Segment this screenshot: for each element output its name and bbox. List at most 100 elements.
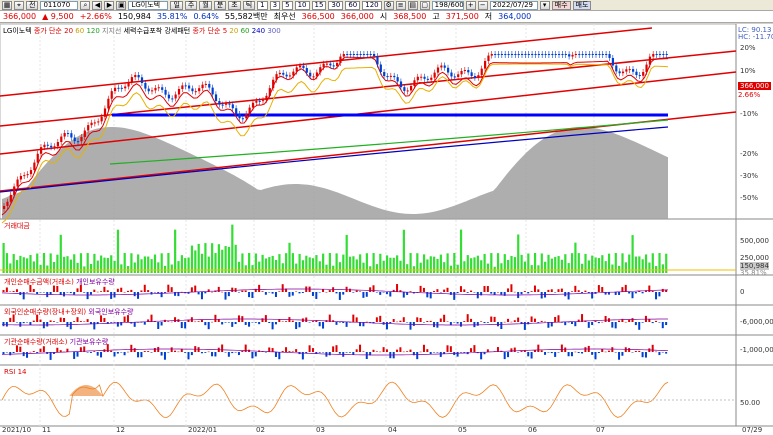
prev-arrow-icon[interactable]: ◀ bbox=[92, 0, 103, 10]
code-input[interactable]: 011070 bbox=[40, 0, 79, 10]
next-arrow-icon[interactable]: ▶ bbox=[104, 0, 115, 10]
volume-bar bbox=[15, 260, 19, 273]
foreign-bar bbox=[614, 322, 617, 329]
xaxis-label: 03 bbox=[316, 426, 325, 434]
minute-3[interactable]: 3 bbox=[269, 0, 281, 10]
institution-bar bbox=[513, 347, 516, 352]
candle-body bbox=[90, 122, 93, 126]
foreign-bar bbox=[214, 314, 217, 322]
individual-bar bbox=[42, 292, 45, 293]
minute-1[interactable]: 1 bbox=[257, 0, 268, 10]
individual-bar bbox=[581, 292, 584, 293]
foreign-bar bbox=[402, 317, 405, 322]
candle-body bbox=[507, 54, 510, 55]
volume-bar bbox=[244, 265, 247, 273]
volume-bar bbox=[641, 259, 644, 273]
foreign-bar bbox=[449, 322, 452, 326]
period-second[interactable]: 초 bbox=[228, 0, 241, 10]
period-day[interactable]: 일 bbox=[170, 0, 183, 10]
candle-body bbox=[551, 54, 554, 55]
buy-button[interactable]: 매수 bbox=[551, 0, 571, 10]
xaxis-label: 07/29 bbox=[742, 426, 763, 434]
foreign-bar bbox=[248, 322, 251, 327]
candle-body bbox=[406, 90, 409, 92]
individual-bar bbox=[510, 284, 513, 292]
period-minute[interactable]: 분 bbox=[213, 0, 227, 10]
foreign-bar bbox=[224, 322, 227, 323]
chart-icon[interactable]: ▦ bbox=[2, 0, 12, 10]
candle-body bbox=[130, 77, 134, 83]
candle-body bbox=[386, 76, 389, 78]
institution-bar bbox=[601, 349, 604, 352]
individual-bar bbox=[540, 292, 543, 299]
period-week[interactable]: 주 bbox=[184, 0, 198, 10]
volume-bar bbox=[204, 243, 207, 273]
foreign-bar bbox=[56, 322, 59, 323]
candle-body bbox=[373, 54, 376, 57]
minute-10[interactable]: 10 bbox=[294, 0, 310, 10]
candle-body bbox=[288, 75, 292, 77]
individual-bar bbox=[268, 292, 271, 293]
legend-stock-name: LG이노텍 bbox=[3, 27, 32, 35]
lock-icon[interactable]: ▣ bbox=[116, 0, 127, 10]
candle-body bbox=[336, 62, 339, 66]
foreign-bar bbox=[123, 316, 126, 322]
market-select[interactable]: 전 bbox=[26, 0, 39, 10]
candle-body bbox=[534, 54, 537, 55]
candle-body bbox=[63, 133, 66, 137]
minute-5[interactable]: 5 bbox=[282, 0, 293, 10]
candle-body bbox=[457, 74, 460, 77]
legend-ma-label: 종가 단순 bbox=[33, 27, 62, 35]
period-tick[interactable]: 틱 bbox=[242, 0, 256, 10]
sell-button[interactable]: 매도 bbox=[572, 0, 592, 10]
institution-bar bbox=[554, 352, 557, 357]
candle-body bbox=[36, 153, 39, 163]
count-field[interactable]: 198/600 bbox=[431, 0, 464, 10]
volume-bar bbox=[150, 259, 153, 273]
candle-body bbox=[46, 144, 49, 146]
list-icon[interactable]: ≡ bbox=[395, 0, 406, 10]
zoom-in-icon[interactable]: + bbox=[465, 0, 476, 10]
candle-body bbox=[463, 70, 467, 72]
turnover-ratio: 0.64% bbox=[193, 12, 219, 21]
individual-bar bbox=[601, 287, 604, 292]
pin-icon[interactable]: ⌖ bbox=[14, 0, 24, 10]
individual-bar bbox=[100, 291, 103, 292]
institution-bar bbox=[163, 352, 166, 360]
foreign-bar bbox=[160, 322, 163, 326]
volume-bar bbox=[631, 235, 634, 273]
volume-bar bbox=[116, 229, 120, 273]
individual-bar bbox=[153, 292, 156, 293]
individual-bar bbox=[241, 290, 244, 292]
date-field[interactable]: 2022/07/29 bbox=[489, 0, 538, 10]
foreign-bar bbox=[93, 322, 96, 330]
minute-60[interactable]: 60 bbox=[345, 0, 361, 10]
foreign-bar bbox=[638, 322, 641, 330]
grid-icon[interactable]: ▤ bbox=[407, 0, 418, 10]
settings-icon[interactable]: ⚙ bbox=[383, 0, 394, 10]
foreign-bar bbox=[39, 319, 42, 322]
minute-120[interactable]: 120 bbox=[362, 0, 382, 10]
volume-bar bbox=[184, 258, 187, 273]
stock-name[interactable]: LG이노텍 bbox=[128, 0, 169, 10]
individual-bar bbox=[137, 292, 140, 299]
foreign-bar bbox=[69, 322, 72, 330]
volume-bar bbox=[32, 261, 35, 273]
calendar-icon[interactable]: ▾ bbox=[539, 0, 550, 10]
minute-15[interactable]: 15 bbox=[311, 0, 327, 10]
individual-bar bbox=[628, 292, 631, 294]
candle-body bbox=[514, 54, 517, 55]
volume-bar bbox=[190, 245, 194, 273]
chart-area[interactable]: LG이노텍 종가 단순 20 60 120 지지선 세력수급포착 강세패턴 종가… bbox=[0, 24, 773, 435]
volume-bar bbox=[443, 262, 446, 273]
minute-30[interactable]: 30 bbox=[328, 0, 344, 10]
zoom-out-icon[interactable]: − bbox=[477, 0, 488, 10]
window-icon[interactable]: ▢ bbox=[419, 0, 430, 10]
period-month[interactable]: 월 bbox=[199, 0, 212, 10]
candle-body bbox=[366, 54, 369, 55]
foreign-bar bbox=[221, 322, 224, 325]
foreign-bar bbox=[597, 322, 600, 324]
foreign-bar bbox=[295, 322, 298, 330]
chart-canvas[interactable] bbox=[0, 24, 773, 435]
search-icon[interactable]: ⌕ bbox=[80, 0, 91, 10]
